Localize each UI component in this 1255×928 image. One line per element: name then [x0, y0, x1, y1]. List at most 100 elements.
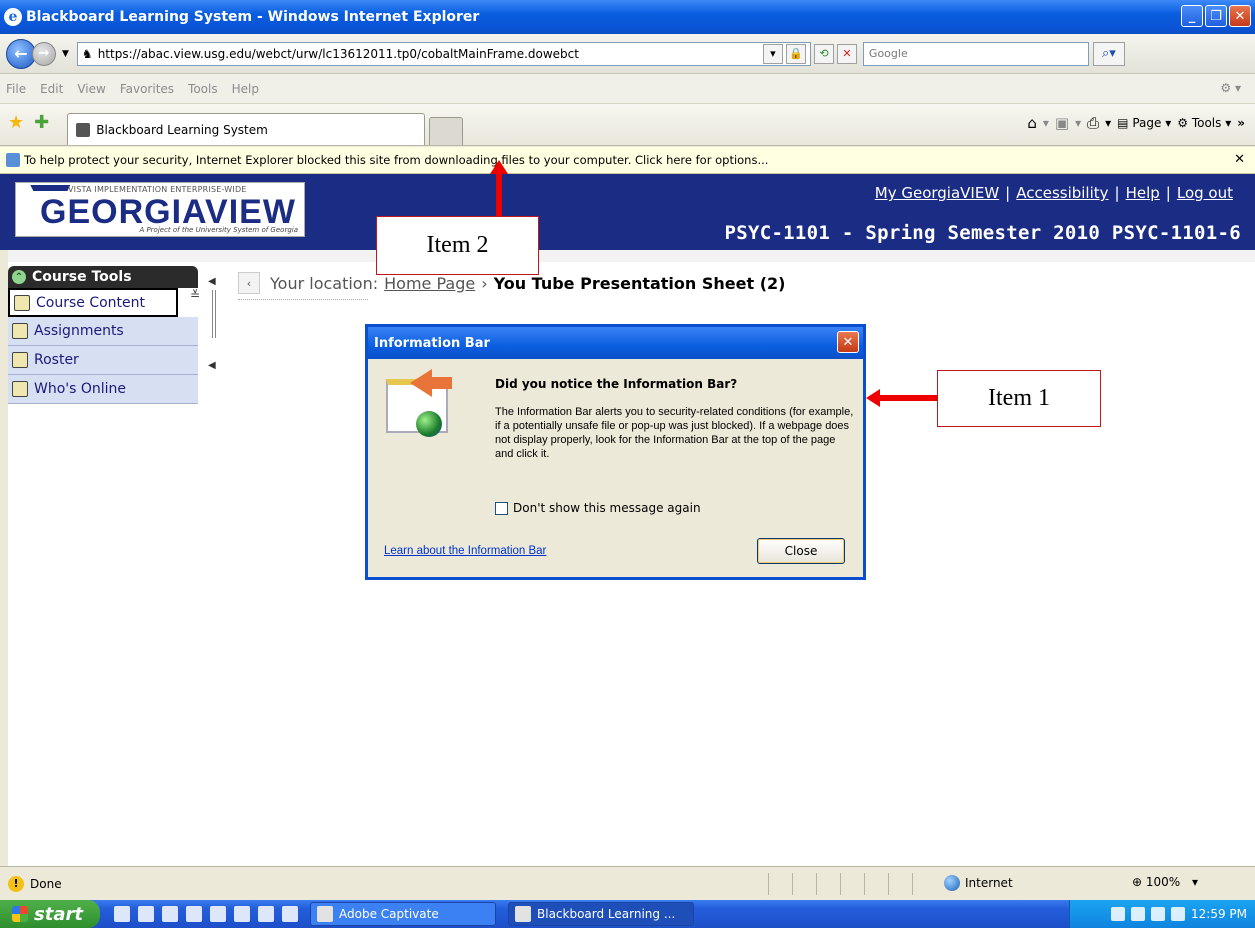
new-tab-button[interactable]	[429, 117, 464, 145]
collapse-left-icon[interactable]: ◀	[208, 276, 216, 287]
add-favorites-icon[interactable]: ✚	[34, 112, 49, 133]
start-button[interactable]: start	[0, 900, 100, 928]
breadcrumb-current: You Tube Presentation Sheet (2)	[493, 273, 786, 293]
url-text[interactable]: https://abac.view.usg.edu/webct/urw/lc13…	[98, 47, 760, 61]
sidebar-item-assignments[interactable]: Assignments	[8, 317, 198, 346]
tools-menu[interactable]: ⚙ Tools ▾	[1177, 116, 1231, 130]
security-zone[interactable]: Internet	[944, 875, 1013, 891]
ie-logo-icon: e	[4, 8, 22, 26]
status-text: Done	[30, 876, 62, 891]
search-input[interactable]: Google	[862, 41, 1089, 66]
minimize-button[interactable]: _	[1181, 5, 1203, 27]
home-icon	[14, 294, 30, 311]
information-bar[interactable]: To help protect your security, Internet …	[0, 147, 1255, 174]
stop-button[interactable]: ✕	[836, 43, 857, 64]
tray-icon-3[interactable]	[1151, 907, 1165, 921]
ql-icon-8[interactable]	[282, 906, 298, 922]
ql-icon-1[interactable]	[114, 906, 130, 922]
chevron-more-icon[interactable]: »	[1237, 116, 1245, 130]
information-bar-dialog: Information Bar ✕ Did you notice the Inf…	[365, 324, 866, 580]
information-bar-message[interactable]: To help protect your security, Internet …	[24, 153, 768, 167]
system-tray: 12:59 PM	[1069, 900, 1255, 928]
menu-edit[interactable]: Edit	[40, 82, 63, 96]
restore-button[interactable]: ❐	[1205, 5, 1227, 27]
learn-more-link[interactable]: Learn about the Information Bar	[384, 545, 546, 557]
feeds-icon[interactable]: ▣	[1055, 114, 1069, 132]
page-icon: ▤	[1117, 116, 1129, 130]
zoom-dropdown-icon[interactable]: ▾	[1192, 875, 1198, 889]
address-bar[interactable]: ♞ https://abac.view.usg.edu/webct/urw/lc…	[76, 41, 811, 66]
breadcrumb-back-button[interactable]: ‹	[238, 272, 260, 294]
assignment-icon	[12, 323, 28, 339]
clock: 12:59 PM	[1191, 907, 1247, 921]
zoom-control[interactable]: ⊕ 100% ▾	[1132, 875, 1198, 889]
window-title-bar: e Blackboard Learning System - Windows I…	[0, 0, 1255, 34]
task-adobe-captivate[interactable]: Adobe Captivate	[310, 902, 496, 926]
menu-file[interactable]: File	[6, 82, 26, 96]
tray-icon-2[interactable]	[1131, 907, 1145, 921]
collapse-up-icon[interactable]: ⌃	[12, 270, 26, 284]
breadcrumb-divider	[238, 299, 368, 300]
ql-icon-4[interactable]	[186, 906, 202, 922]
expand-down-icon[interactable]: ≚	[190, 288, 200, 302]
refresh-button[interactable]: ⟲	[813, 43, 834, 64]
dialog-close-button[interactable]: Close	[757, 538, 845, 564]
sidebar-item-label: Assignments	[34, 323, 124, 339]
page-menu[interactable]: ▤ Page ▾	[1117, 116, 1171, 130]
checkbox-box[interactable]	[495, 501, 508, 515]
sidebar-item-whos-online[interactable]: Who's Online	[8, 375, 198, 404]
link-my-georgiaview[interactable]: My GeorgiaVIEW	[875, 184, 999, 202]
close-window-button[interactable]: ✕	[1229, 5, 1251, 27]
address-dropdown-icon[interactable]: ▾	[762, 43, 783, 64]
lock-icon[interactable]: 🔒	[785, 43, 806, 64]
tray-icon-4[interactable]	[1171, 907, 1185, 921]
course-title: PSYC-1101 - Spring Semester 2010 PSYC-11…	[724, 222, 1241, 244]
callout-item-2: Item 2	[376, 216, 539, 275]
site-favicon-icon: ♞	[81, 46, 93, 61]
globe-icon	[416, 411, 442, 437]
task-blackboard[interactable]: Blackboard Learning ...	[508, 902, 694, 926]
site-banner: VISTA IMPLEMENTATION ENTERPRISE-WIDE GEO…	[0, 174, 1255, 250]
print-icon[interactable]: ⎙	[1087, 114, 1099, 132]
link-help[interactable]: Help	[1126, 184, 1160, 202]
sidebar-item-course-content[interactable]: Course Content	[8, 288, 178, 317]
dialog-title: Information Bar	[368, 327, 863, 359]
collapse-left-icon-2[interactable]: ◀	[208, 360, 216, 371]
ql-icon-7[interactable]	[258, 906, 274, 922]
tab-blackboard[interactable]: Blackboard Learning System	[67, 113, 426, 145]
menu-favorites[interactable]: Favorites	[120, 82, 174, 96]
online-icon	[12, 381, 28, 397]
breadcrumb: ‹ Your location: Home Page › You Tube Pr…	[238, 272, 785, 294]
status-bar: ! Done Internet ⊕ 100% ▾	[0, 866, 1255, 900]
dialog-close-icon[interactable]: ✕	[837, 331, 859, 353]
windows-taskbar: start Adobe Captivate Blackboard Learnin…	[0, 900, 1255, 928]
favorites-star-icon[interactable]: ★	[8, 112, 24, 133]
menu-help[interactable]: Help	[232, 82, 259, 96]
ql-icon-6[interactable]	[234, 906, 250, 922]
translate-icon[interactable]: ⚙ ▾	[1220, 81, 1241, 95]
course-tools-header[interactable]: ⌃ Course Tools	[8, 266, 198, 288]
sidebar-item-roster[interactable]: Roster	[8, 346, 198, 375]
tab-favicon-icon	[76, 122, 91, 137]
tray-icon-1[interactable]	[1111, 907, 1125, 921]
history-dropdown-icon[interactable]: ▼	[62, 49, 69, 59]
menu-tools[interactable]: Tools	[188, 82, 218, 96]
forward-button[interactable]: →	[32, 41, 56, 66]
ql-icon-3[interactable]	[162, 906, 178, 922]
menu-view[interactable]: View	[77, 82, 105, 96]
breadcrumb-separator: ›	[481, 273, 488, 293]
window-controls: _ ❐ ✕	[1181, 5, 1251, 27]
link-log-out[interactable]: Log out	[1177, 184, 1233, 202]
dont-show-again-checkbox[interactable]: Don't show this message again	[495, 501, 701, 515]
search-button[interactable]: ⌕▾	[1092, 41, 1125, 66]
ql-icon-2[interactable]	[138, 906, 154, 922]
captivate-icon	[317, 906, 333, 922]
home-icon[interactable]: ⌂	[1027, 114, 1037, 132]
windows-flag-icon	[12, 906, 28, 922]
close-info-bar-icon[interactable]: ✕	[1234, 152, 1245, 167]
sidebar-resize-handle[interactable]: ◀ ◀	[208, 272, 218, 382]
link-accessibility[interactable]: Accessibility	[1016, 184, 1108, 202]
page-error-icon[interactable]: !	[8, 875, 24, 892]
breadcrumb-home-link[interactable]: Home Page	[384, 274, 475, 293]
ql-icon-5[interactable]	[210, 906, 226, 922]
